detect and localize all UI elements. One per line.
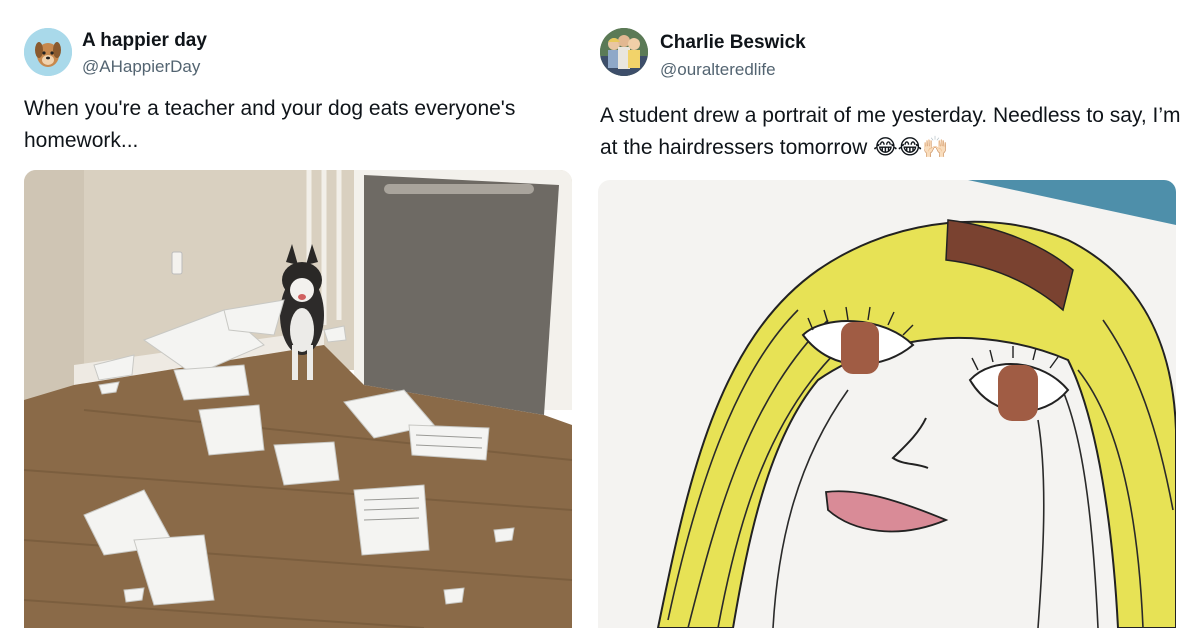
child-portrait-drawing — [598, 180, 1176, 628]
family-avatar-icon — [600, 28, 648, 76]
user-handle[interactable]: @ouralteredlife — [660, 60, 776, 80]
avatar[interactable] — [24, 28, 72, 76]
tweet-right: Charlie Beswick @ouralteredlife A studen… — [598, 0, 1200, 628]
tweet-text: A student drew a portrait of me yesterda… — [600, 104, 1181, 159]
dog-avatar-icon — [24, 28, 72, 76]
display-name[interactable]: Charlie Beswick — [660, 32, 806, 54]
tweet-photo[interactable] — [24, 170, 572, 628]
tweet-left: A happier day @AHappierDay When you're a… — [0, 0, 600, 628]
tweet-text: When you're a teacher and your dog eats … — [24, 97, 516, 152]
dog-homework-photo — [24, 170, 572, 628]
avatar[interactable] — [600, 28, 648, 76]
display-name[interactable]: A happier day — [82, 30, 207, 52]
tweet-photo[interactable] — [598, 180, 1176, 628]
user-handle[interactable]: @AHappierDay — [82, 57, 200, 77]
